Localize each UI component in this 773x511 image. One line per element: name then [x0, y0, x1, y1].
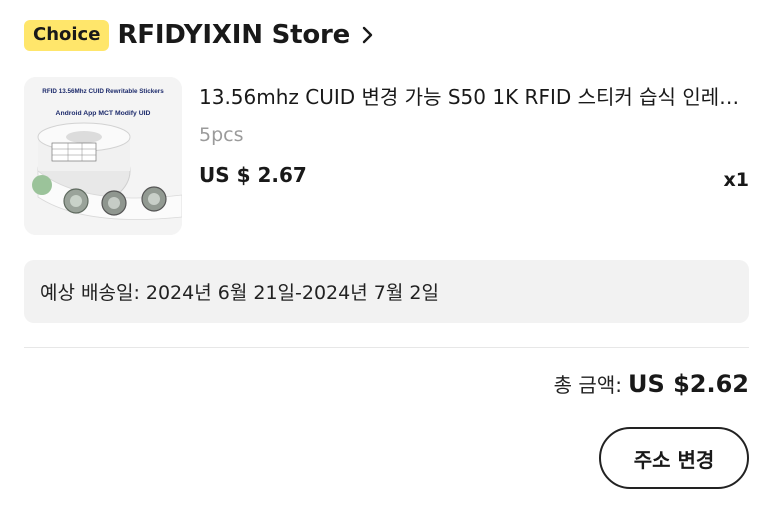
product-quantity: x1	[723, 169, 749, 191]
total-value: US $2.62	[627, 370, 749, 398]
estimated-delivery-text: 예상 배송일: 2024년 6월 21일-2024년 7월 2일	[40, 282, 439, 304]
order-total: 총 금액: US $2.62	[554, 369, 749, 398]
product-variant: 5pcs	[199, 124, 244, 146]
product-image[interactable]: RFID 13.56Mhz CUID Rewritable Stickers A…	[24, 77, 182, 235]
total-label: 총 금액:	[553, 373, 622, 397]
image-label-line1: RFID 13.56Mhz CUID Rewritable Stickers	[42, 88, 164, 95]
choice-badge: Choice	[24, 19, 110, 51]
estimated-delivery-box: 예상 배송일: 2024년 6월 21일-2024년 7월 2일	[24, 260, 749, 323]
change-address-button[interactable]: 주소 변경	[599, 427, 749, 489]
product-item[interactable]: RFID 13.56Mhz CUID Rewritable Stickers A…	[24, 77, 751, 237]
product-title[interactable]: 13.56mhz CUID 변경 가능 S50 1K RFID 스티커 습식 인…	[199, 83, 751, 111]
product-price: US $ 2.67	[199, 163, 307, 187]
chevron-right-icon[interactable]	[360, 24, 376, 46]
image-label-line2: Android App MCT Modify UID	[56, 110, 151, 117]
store-name[interactable]: RFIDYIXIN Store	[117, 20, 350, 50]
store-header[interactable]: Choice RFIDYIXIN Store	[24, 16, 376, 54]
divider	[24, 347, 749, 348]
product-photo: RFID 13.56Mhz CUID Rewritable Stickers A…	[24, 77, 182, 235]
